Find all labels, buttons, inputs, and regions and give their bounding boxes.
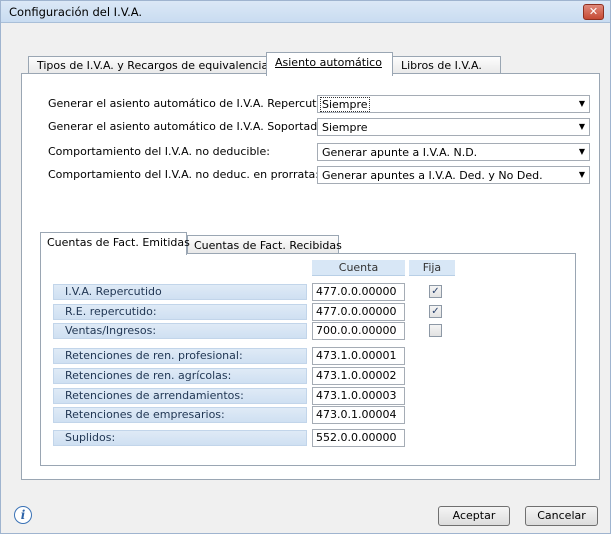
account-input-ret-empresarios[interactable]: 473.0.1.00004 bbox=[312, 406, 405, 424]
cuentas-emitidas-panel: Cuenta Fija I.V.A. Repercutido 477.0.0.0… bbox=[40, 253, 576, 466]
account-label-re-repercutido: R.E. repercutido: bbox=[53, 304, 307, 320]
soportado-select[interactable]: Siempre ▼ bbox=[317, 118, 590, 136]
tab-asiento-automatico-label: Asiento automático bbox=[275, 56, 382, 69]
chevron-down-icon[interactable]: ▼ bbox=[579, 99, 585, 108]
prorrata-label: Comportamiento del I.V.A. no deduc. en p… bbox=[48, 168, 319, 181]
accept-button[interactable]: Aceptar bbox=[438, 506, 510, 526]
chevron-down-icon[interactable]: ▼ bbox=[579, 170, 585, 179]
soportado-label: Generar el asiento automático de I.V.A. … bbox=[48, 120, 328, 133]
tab-cuentas-emitidas-label: Cuentas de Fact. Emitidas bbox=[47, 236, 190, 249]
no-deducible-select[interactable]: Generar apunte a I.V.A. N.D. ▼ bbox=[317, 143, 590, 161]
asiento-automatico-panel: Generar el asiento automático de I.V.A. … bbox=[21, 73, 600, 480]
tab-asiento-automatico[interactable]: Asiento automático bbox=[266, 52, 393, 76]
fija-checkbox-re-repercutido[interactable]: ✓ bbox=[429, 305, 442, 318]
no-deducible-value: Generar apunte a I.V.A. N.D. bbox=[322, 146, 478, 159]
repercutido-select[interactable]: Siempre ▼ bbox=[317, 95, 590, 113]
account-label-ret-arrendamientos: Retenciones de arrendamientos: bbox=[53, 388, 307, 404]
account-input-re-repercutido[interactable]: 477.0.0.00000 bbox=[312, 303, 405, 321]
title-bar[interactable]: Configuración del I.V.A. ✕ bbox=[1, 1, 610, 23]
tab-cuentas-recibidas[interactable]: Cuentas de Fact. Recibidas bbox=[187, 235, 342, 254]
tab-tipos-iva-label: Tipos de I.V.A. y Recargos de equivalenc… bbox=[37, 59, 269, 72]
account-input-iva-repercutido[interactable]: 477.0.0.00000 bbox=[312, 283, 405, 301]
no-deducible-label: Comportamiento del I.V.A. no deducible: bbox=[48, 145, 270, 158]
column-header-cuenta: Cuenta bbox=[312, 260, 405, 276]
tab-cuentas-emitidas[interactable]: Cuentas de Fact. Emitidas bbox=[40, 232, 190, 255]
account-input-ret-agricolas[interactable]: 473.1.0.00002 bbox=[312, 367, 405, 385]
prorrata-value: Generar apuntes a I.V.A. Ded. y No Ded. bbox=[322, 169, 543, 182]
tab-libros-iva-label: Libros de I.V.A. bbox=[401, 59, 482, 72]
cancel-button[interactable]: Cancelar bbox=[525, 506, 598, 526]
dialog-window: Configuración del I.V.A. ✕ Tipos de I.V.… bbox=[0, 0, 611, 534]
account-input-ventas-ingresos[interactable]: 700.0.0.00000 bbox=[312, 322, 405, 340]
repercutido-value: Siempre bbox=[320, 97, 370, 112]
fija-checkbox-ventas-ingresos[interactable] bbox=[429, 324, 442, 337]
account-label-iva-repercutido: I.V.A. Repercutido bbox=[53, 284, 307, 300]
column-header-fija: Fija bbox=[409, 260, 455, 276]
account-label-suplidos: Suplidos: bbox=[53, 430, 307, 446]
close-icon[interactable]: ✕ bbox=[583, 4, 604, 20]
check-icon: ✓ bbox=[431, 286, 440, 297]
tab-cuentas-recibidas-label: Cuentas de Fact. Recibidas bbox=[194, 239, 342, 252]
account-input-ret-arrendamientos[interactable]: 473.1.0.00003 bbox=[312, 387, 405, 405]
info-icon[interactable]: i bbox=[14, 506, 32, 524]
fija-checkbox-iva-repercutido[interactable]: ✓ bbox=[429, 285, 442, 298]
window-title: Configuración del I.V.A. bbox=[9, 5, 143, 19]
check-icon: ✓ bbox=[431, 306, 440, 317]
chevron-down-icon[interactable]: ▼ bbox=[579, 147, 585, 156]
repercutido-label: Generar el asiento automático de I.V.A. … bbox=[48, 97, 337, 110]
account-label-ventas-ingresos: Ventas/Ingresos: bbox=[53, 323, 307, 339]
dialog-client-area: Tipos de I.V.A. y Recargos de equivalenc… bbox=[1, 23, 610, 533]
chevron-down-icon[interactable]: ▼ bbox=[579, 122, 585, 131]
prorrata-select[interactable]: Generar apuntes a I.V.A. Ded. y No Ded. … bbox=[317, 166, 590, 184]
account-label-ret-profesional: Retenciones de ren. profesional: bbox=[53, 348, 307, 364]
soportado-value: Siempre bbox=[322, 121, 368, 134]
account-input-ret-profesional[interactable]: 473.1.0.00001 bbox=[312, 347, 405, 365]
account-input-suplidos[interactable]: 552.0.0.00000 bbox=[312, 429, 405, 447]
account-label-ret-empresarios: Retenciones de empresarios: bbox=[53, 407, 307, 423]
account-label-ret-agricolas: Retenciones de ren. agrícolas: bbox=[53, 368, 307, 384]
